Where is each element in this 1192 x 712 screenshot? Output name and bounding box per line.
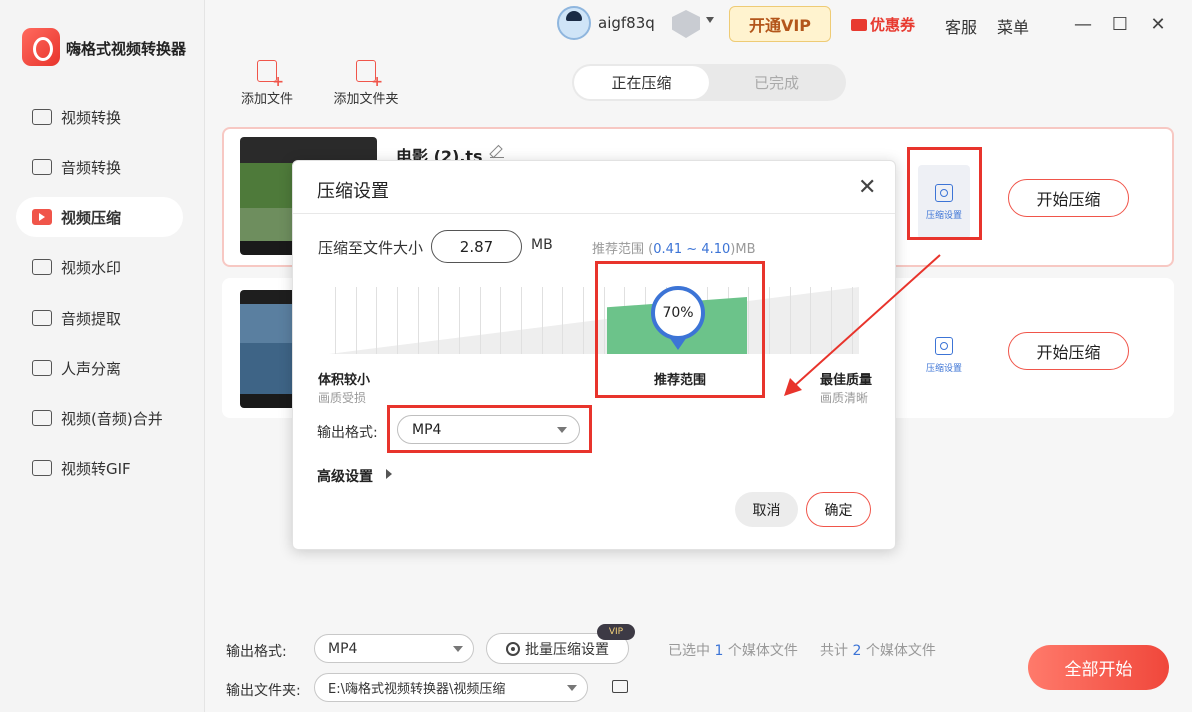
open-vip-button[interactable]: 开通VIP [729,6,831,42]
video-compress-icon [32,209,52,225]
add-file-icon [257,60,284,90]
output-folder-select[interactable]: E:\嗨格式视频转换器\视频压缩 [314,673,588,702]
compress-settings-dialog [292,160,896,550]
coupon-icon [851,18,867,31]
folder-icon[interactable] [612,680,628,693]
best-quality-label: 最佳质量 [820,373,873,388]
chevron-down-icon [453,646,463,652]
start-compress-button[interactable]: 开始压缩 [1008,179,1129,217]
recommended-range: 推荐范围 (0.41 ~ 4.10)MB [592,242,756,257]
best-quality-sublabel: 画质清晰 [820,391,869,405]
total-count: 共计 2 个媒体文件 [820,643,936,659]
confirm-button[interactable]: 确定 [806,492,871,527]
service-button[interactable]: 客服 [945,14,977,38]
minimize-button[interactable]: — [1071,12,1095,36]
coupon-button[interactable]: 优惠券 [851,14,915,35]
sidebar-item-merge[interactable]: 视频(音频)合并 [16,398,183,438]
add-folder-button[interactable]: 添加文件夹 [326,60,406,107]
advanced-settings-toggle[interactable]: 高级设置 [317,466,373,486]
edit-icon[interactable] [490,144,504,158]
sidebar-item-voice-separate[interactable]: 人声分离 [16,348,183,388]
compress-settings-button[interactable]: 压缩设置 [918,318,970,392]
app-title: 嗨格式视频转换器 [66,40,187,58]
username[interactable]: aigf83q [598,14,655,32]
audio-extract-icon [32,310,52,326]
dialog-title: 压缩设置 [317,181,389,202]
vip-tag: VIP [597,624,635,640]
settings-icon [935,336,953,355]
voice-separate-icon [32,360,52,376]
target-size-label: 压缩至文件大小 [318,239,424,257]
sidebar-item-video-convert[interactable]: 视频转换 [16,97,183,137]
app-logo-icon [22,28,60,66]
smaller-size-sublabel: 画质受损 [318,391,367,405]
audio-convert-icon [32,159,52,175]
start-all-button[interactable]: 全部开始 [1028,645,1169,690]
slider-ticks [329,287,859,354]
watermark-icon [32,259,52,275]
gear-icon [506,641,520,656]
sidebar-item-video-compress[interactable]: 视频压缩 [16,197,183,237]
add-folder-icon [356,60,383,90]
close-window-button[interactable]: ✕ [1146,12,1170,36]
cancel-button[interactable]: 取消 [735,492,798,527]
size-unit: MB [531,237,553,253]
highlight-box [595,261,765,398]
tab-compressing[interactable]: 正在压缩 [574,66,709,99]
avatar[interactable] [557,6,591,40]
output-folder-label: 输出文件夹: [226,683,301,699]
status-tabs: 正在压缩 已完成 [572,64,846,101]
merge-icon [32,410,52,426]
sidebar-item-watermark[interactable]: 视频水印 [16,247,183,287]
member-badge-icon[interactable] [672,10,700,38]
target-size-input[interactable] [431,230,522,263]
gif-icon [32,460,52,476]
sidebar-item-gif[interactable]: 视频转GIF [16,448,183,488]
maximize-button[interactable]: ☐ [1108,12,1132,36]
start-compress-button[interactable]: 开始压缩 [1008,332,1129,370]
divider [293,213,895,214]
bottom-format-label: 输出格式: [226,644,287,660]
close-icon[interactable]: ✕ [858,175,876,200]
add-file-button[interactable]: 添加文件 [227,60,307,107]
highlight-box [387,405,592,453]
sidebar-item-audio-convert[interactable]: 音频转换 [16,147,183,187]
chevron-down-icon[interactable] [706,17,714,23]
menu-button[interactable]: 菜单 [997,14,1029,38]
bottom-format-select[interactable]: MP4 [314,634,474,663]
chevron-right-icon[interactable] [386,469,392,479]
sidebar-item-audio-extract[interactable]: 音频提取 [16,298,183,338]
tab-completed[interactable]: 已完成 [709,66,844,99]
smaller-size-label: 体积较小 [318,373,371,388]
video-convert-icon [32,109,52,125]
chevron-down-icon [567,685,577,691]
highlight-box [907,147,982,240]
selected-count: 已选中 1 个媒体文件 [668,643,798,659]
output-format-label: 输出格式: [317,425,378,441]
